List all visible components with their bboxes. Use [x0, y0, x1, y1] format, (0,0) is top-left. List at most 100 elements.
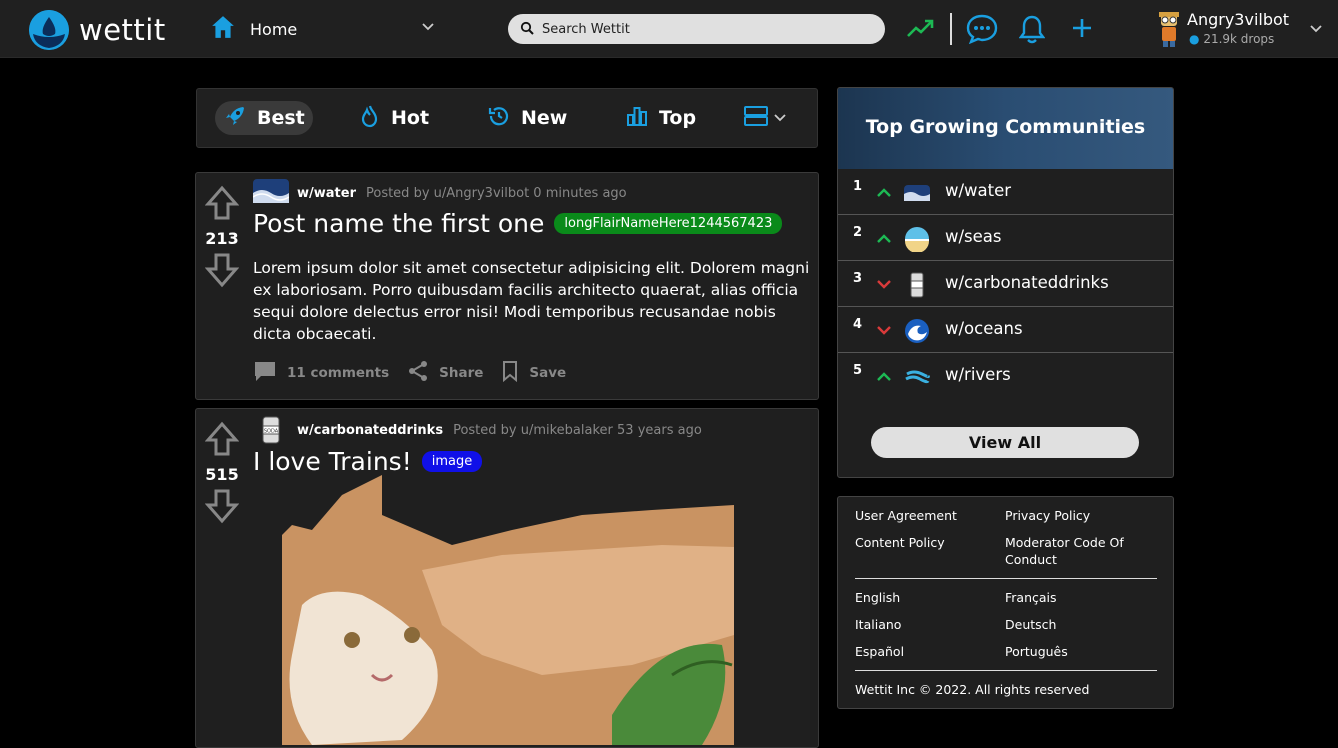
soda-can-icon	[904, 272, 930, 298]
chat-icon[interactable]	[966, 14, 998, 48]
sort-hot[interactable]: Hot	[351, 101, 437, 135]
post-flair[interactable]: image	[421, 451, 483, 472]
footer-divider	[855, 670, 1157, 671]
river-icon	[904, 364, 930, 390]
subreddit-link[interactable]: w/water	[297, 186, 356, 201]
vote-column: 213	[196, 185, 248, 292]
upvote-icon[interactable]	[204, 421, 240, 461]
language-portuguese[interactable]: Português	[1005, 643, 1068, 660]
sort-bar: Best Hot New Top	[196, 88, 818, 148]
community-rank: 3	[853, 271, 863, 286]
logo[interactable]: wettit	[29, 10, 166, 50]
top-communities-card: Top Growing Communities 1 w/water 2 w/se…	[837, 87, 1174, 478]
bell-icon[interactable]	[1018, 14, 1046, 48]
home-dropdown[interactable]: Home	[210, 14, 436, 44]
drops-label: 21.9k drops	[1203, 32, 1275, 46]
post-meta: w/water Posted by u/Angry3vilbot 0 minut…	[252, 179, 627, 207]
communities-title: Top Growing Communities	[865, 116, 1146, 138]
sort-best[interactable]: Best	[215, 101, 313, 135]
post-body: Lorem ipsum dolor sit amet consectetur a…	[253, 259, 810, 343]
plus-icon[interactable]	[1071, 17, 1093, 43]
communities-banner: Top Growing Communities	[838, 88, 1173, 169]
trend-up-icon	[876, 183, 892, 202]
community-rank: 1	[853, 179, 863, 194]
chevron-down-icon	[1308, 20, 1324, 40]
community-row[interactable]: 3 w/carbonateddrinks	[838, 261, 1173, 307]
language-italian[interactable]: Italiano	[855, 616, 901, 633]
rocket-icon	[223, 104, 247, 133]
sort-best-label: Best	[257, 107, 305, 129]
logo-text: wettit	[79, 13, 166, 47]
post-card[interactable]: 213 w/water Posted by u/Angry3vilbot 0 m…	[195, 172, 819, 400]
privacy-policy-link[interactable]: Privacy Policy	[1005, 507, 1090, 524]
upvote-icon[interactable]	[204, 185, 240, 225]
language-french[interactable]: Français	[1005, 589, 1057, 606]
trending-icon[interactable]	[906, 16, 934, 46]
card-view-icon	[743, 104, 769, 133]
downvote-icon[interactable]	[204, 252, 240, 292]
community-row[interactable]: 5 w/rivers	[838, 353, 1173, 399]
share-button[interactable]: Share	[407, 360, 483, 386]
flame-icon	[359, 104, 381, 133]
community-name: w/rivers	[945, 365, 1011, 384]
trend-down-icon	[876, 275, 892, 294]
community-name: w/water	[945, 181, 1012, 200]
sort-new[interactable]: New	[479, 101, 575, 135]
share-icon	[407, 360, 429, 386]
home-label: Home	[250, 19, 298, 39]
save-button[interactable]: Save	[501, 360, 566, 386]
post-actions: 11 comments Share Save	[253, 359, 572, 387]
moderator-code-link[interactable]: Moderator Code Of Conduct	[1005, 534, 1145, 568]
trend-down-icon	[876, 321, 892, 340]
search-bar[interactable]	[508, 14, 885, 44]
vote-column: 515	[196, 421, 248, 528]
language-german[interactable]: Deutsch	[1005, 616, 1056, 633]
community-name: w/seas	[945, 227, 1002, 246]
post-card[interactable]: 515 SODA w/carbonateddrinks Posted by u/…	[195, 408, 819, 748]
beach-icon	[904, 226, 930, 253]
trend-up-icon	[876, 229, 892, 248]
post-title-row: I love Trains! image	[253, 447, 483, 476]
language-english[interactable]: English	[855, 589, 900, 606]
comments-button[interactable]: 11 comments	[253, 359, 389, 387]
post-title[interactable]: Post name the first one	[253, 209, 544, 238]
community-row[interactable]: 2 w/seas	[838, 215, 1173, 261]
community-row[interactable]: 1 w/water	[838, 169, 1173, 215]
post-title-row: Post name the first one longFlairNameHer…	[253, 209, 783, 238]
comment-icon	[253, 359, 277, 387]
subreddit-link[interactable]: w/carbonateddrinks	[297, 423, 443, 438]
search-input[interactable]	[542, 21, 862, 37]
view-mode-dropdown[interactable]	[735, 101, 795, 135]
vote-count: 213	[205, 229, 239, 248]
bookmark-icon	[501, 360, 519, 386]
sort-new-label: New	[521, 107, 568, 129]
sort-top[interactable]: Top	[617, 101, 704, 135]
logo-icon	[29, 10, 69, 50]
droplet-icon: ●	[1189, 32, 1200, 46]
avatar	[1154, 10, 1184, 52]
post-image[interactable]	[282, 475, 736, 745]
community-rank: 2	[853, 225, 863, 240]
trend-up-icon	[876, 367, 892, 386]
posted-by: Posted by u/mikebalaker 53 years ago	[453, 422, 702, 438]
view-all-button[interactable]: View All	[871, 427, 1139, 458]
community-rank: 4	[853, 317, 863, 332]
comments-label: 11 comments	[287, 365, 390, 381]
post-flair[interactable]: longFlairNameHere1244567423	[554, 213, 783, 234]
community-name: w/carbonateddrinks	[945, 273, 1109, 292]
bar-chart-icon	[625, 104, 649, 133]
user-agreement-link[interactable]: User Agreement	[855, 507, 957, 524]
user-menu[interactable]: Angry3vilbot ● 21.9k drops	[1152, 8, 1332, 50]
home-icon	[210, 14, 236, 44]
water-icon	[904, 180, 930, 206]
community-row[interactable]: 4 w/oceans	[838, 307, 1173, 353]
svg-text:SODA: SODA	[264, 429, 279, 435]
footer-card: User Agreement Privacy Policy Content Po…	[837, 496, 1174, 709]
community-name: w/oceans	[945, 319, 1023, 338]
downvote-icon[interactable]	[204, 488, 240, 528]
post-title[interactable]: I love Trains!	[253, 447, 412, 476]
content-policy-link[interactable]: Content Policy	[855, 534, 945, 551]
language-spanish[interactable]: Español	[855, 643, 904, 660]
username: Angry3vilbot	[1187, 10, 1290, 29]
posted-by: Posted by u/Angry3vilbot 0 minutes ago	[365, 185, 627, 201]
